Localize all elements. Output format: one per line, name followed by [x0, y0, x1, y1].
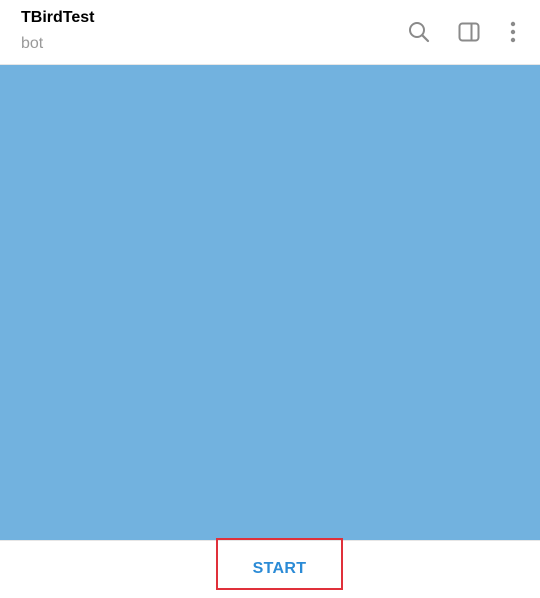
- chat-header: TBirdTest bot: [0, 0, 540, 65]
- start-button-label: START: [252, 560, 307, 577]
- more-vertical-icon: [510, 21, 516, 43]
- chat-title[interactable]: TBirdTest: [21, 9, 94, 27]
- chat-message-area: [0, 65, 540, 540]
- search-button[interactable]: [401, 14, 437, 50]
- start-button[interactable]: START: [216, 538, 343, 590]
- chat-footer: START: [0, 538, 540, 598]
- more-menu-button[interactable]: [495, 14, 531, 50]
- search-icon: [409, 22, 430, 43]
- telegram-chat-window: TBirdTest bot START: [0, 0, 540, 598]
- sidebar-toggle-button[interactable]: [451, 14, 487, 50]
- chat-subtitle: bot: [21, 35, 44, 52]
- sidebar-toggle-icon: [458, 22, 480, 42]
